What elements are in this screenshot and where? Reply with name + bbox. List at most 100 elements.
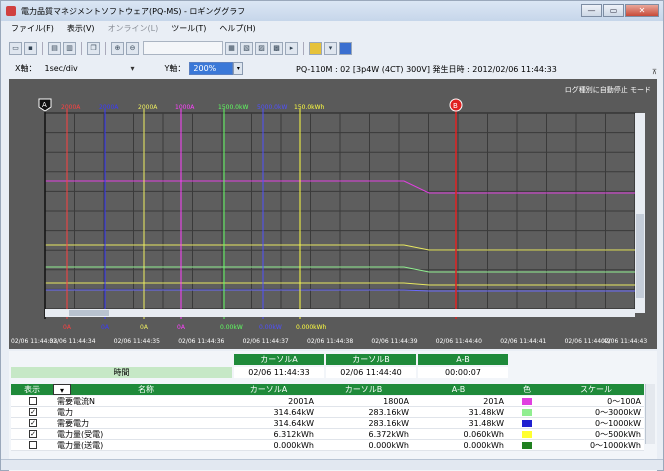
row-name: 需要電流N (57, 397, 95, 406)
cursor-a-time: 02/06 11:44:33 (234, 367, 324, 378)
bottom-marker-label: 0A (140, 324, 149, 331)
show-checkbox[interactable] (29, 441, 37, 449)
row-diff: 201A (483, 397, 504, 406)
color-swatch[interactable] (522, 420, 532, 427)
save-icon[interactable]: ▪ (24, 41, 37, 55)
bottom-marker-labels: 0A 0A 0A 0A 0.00kW 0.00kW 0.000kWh (63, 324, 327, 331)
table-icon[interactable]: ▧ (240, 41, 253, 55)
row-name: 電力量(受電) (57, 430, 104, 439)
table-row[interactable]: 需要電流N 2001A 1800A 201A 0〜100A (11, 396, 644, 407)
table-row[interactable]: ✓ 需要電力 314.64kW 283.16kW 31.48kW 0〜1000kW (11, 418, 644, 429)
time-label: 02/06 11:44:38 (307, 338, 353, 345)
row-cursor-b: 283.16kW (368, 419, 409, 428)
cursor-a-label: A (42, 101, 47, 109)
time-label: 02/06 11:44:36 (178, 338, 224, 345)
copy-icon[interactable]: ❐ (87, 41, 100, 55)
bottom-marker-label: 0A (63, 324, 72, 331)
x-axis-label: X軸： (15, 63, 37, 73)
row-scale: 0〜500kWh (595, 430, 641, 439)
bottom-marker-label: 0A (177, 324, 186, 331)
show-checkbox[interactable] (29, 397, 37, 405)
table-row[interactable]: 電力量(送電) 0.000kWh 0.000kWh 0.000kWh 0〜1000kWh (11, 440, 644, 451)
y-axis-input[interactable]: 200% (189, 61, 234, 75)
color-swatch[interactable] (522, 398, 532, 405)
play-icon[interactable]: ▸ (285, 41, 298, 55)
diff-col-header: A-B (411, 384, 506, 395)
print-icon[interactable]: ▥ (63, 41, 76, 55)
table-row[interactable]: ✓ 電力 314.64kW 283.16kW 31.48kW 0〜3000kW (11, 407, 644, 418)
time-label: 02/06 11:44:40 (436, 338, 482, 345)
top-marker-label: 2000A (99, 104, 119, 111)
application-window: 電力品質マネジメントソフトウェア(PQ-MS) - ロギンググラフ — ▭ ✕ … (0, 0, 664, 471)
scrollbar-thumb (69, 310, 109, 316)
close-button[interactable]: ✕ (625, 4, 659, 17)
time-label: 02/06 11:44:34 (49, 338, 95, 345)
show-header: 表示 (11, 384, 53, 395)
row-diff: 0.060kWh (463, 430, 504, 439)
time-label: 02/06 11:44:43 (601, 338, 647, 345)
pin-icon[interactable]: ⊼ (652, 68, 657, 76)
row-name: 電力 (57, 408, 73, 417)
cursor-b-label: B (453, 102, 458, 110)
list-icon[interactable]: ▨ (255, 41, 268, 55)
vertical-scrollbar-thumb (636, 214, 644, 298)
cursor-b-header: カーソルB (326, 354, 416, 365)
time-row-label: 時間 (11, 367, 232, 378)
window-title: 電力品質マネジメントソフトウェア(PQ-MS) - ロギンググラフ (21, 6, 246, 16)
zoom-out-icon[interactable]: ⊖ (126, 41, 139, 55)
print-preview-icon[interactable]: ▤ (48, 41, 61, 55)
color-swatch[interactable] (522, 442, 532, 449)
diff-header: A-B (418, 354, 508, 365)
title-bar[interactable]: 電力品質マネジメントソフトウェア(PQ-MS) - ロギンググラフ — ▭ ✕ (1, 1, 663, 21)
open-icon[interactable]: ▭ (9, 41, 22, 55)
dropdown-icon[interactable]: ▾ (324, 41, 337, 55)
device-info: PQ-110M : 02 [3p4W (4CT) 300V] 発生日時 : 20… (296, 65, 557, 74)
row-name: 需要電力 (57, 419, 89, 428)
color-swatch[interactable] (522, 431, 532, 438)
toolbar-separator (105, 41, 106, 55)
top-marker-label: 2000A (138, 104, 158, 111)
minimize-button[interactable]: — (581, 4, 602, 17)
table-scrollbar[interactable] (645, 384, 655, 444)
zoom-in-icon[interactable]: ⊕ (111, 41, 124, 55)
row-cursor-b: 0.000kWh (368, 441, 409, 450)
filter-dropdown-icon[interactable]: ▾ (53, 384, 71, 395)
grid-icon[interactable] (339, 41, 352, 55)
chevron-down-icon[interactable]: ▾ (233, 61, 244, 75)
highlight-icon[interactable] (309, 41, 322, 55)
menu-tools[interactable]: ツール(T) (171, 23, 206, 37)
y-axis-label: Y軸： (164, 63, 186, 73)
window-icon[interactable]: ▩ (270, 41, 283, 55)
cursor-a-header: カーソルA (234, 354, 324, 365)
menu-online[interactable]: オンライン(L) (108, 23, 159, 37)
row-scale: 0〜100A (607, 397, 641, 406)
data-panel: カーソルA カーソルB A-B 時間 02/06 11:44:33 02/06 … (9, 351, 657, 471)
x-axis-select[interactable]: 1sec/div (44, 64, 124, 73)
logging-graph[interactable]: 2000A 2000A 2000A 1000A 1500.0kW 5000.0kW 150.… (9, 79, 657, 349)
show-checkbox[interactable]: ✓ (29, 430, 37, 438)
menu-file[interactable]: ファイル(F) (11, 23, 54, 37)
bottom-marker-label: 0A (101, 324, 110, 331)
color-swatch[interactable] (522, 409, 532, 416)
menu-help[interactable]: ヘルプ(H) (219, 23, 255, 37)
show-checkbox[interactable]: ✓ (29, 408, 37, 416)
top-marker-label: 150.0kWh (294, 104, 325, 111)
chart-icon[interactable]: ▦ (225, 41, 238, 55)
table-row[interactable]: ✓ 電力量(受電) 6.312kWh 6.372kWh 0.060kWh 0〜500kWh (11, 429, 644, 440)
row-cursor-a: 314.64kW (273, 408, 314, 417)
bottom-marker-label: 0.000kWh (296, 324, 327, 331)
bottom-marker-label: 0.00kW (259, 324, 282, 331)
row-name: 電力量(送電) (57, 441, 104, 450)
row-scale: 0〜1000kW (595, 419, 641, 428)
toolbar-separator (303, 41, 304, 55)
toolbar-combo[interactable] (143, 41, 223, 55)
time-label: 02/06 11:44:41 (500, 338, 546, 345)
show-checkbox[interactable]: ✓ (29, 419, 37, 427)
menu-view[interactable]: 表示(V) (67, 23, 95, 37)
chevron-down-icon[interactable]: ▾ (130, 64, 134, 73)
diff-time: 00:00:07 (418, 367, 508, 378)
top-marker-labels: 2000A 2000A 2000A 1000A 1500.0kW 5000.0kW 150.… (61, 104, 325, 111)
row-cursor-b: 6.372kWh (368, 430, 409, 439)
maximize-button[interactable]: ▭ (603, 4, 624, 17)
row-diff: 31.48kW (468, 408, 504, 417)
